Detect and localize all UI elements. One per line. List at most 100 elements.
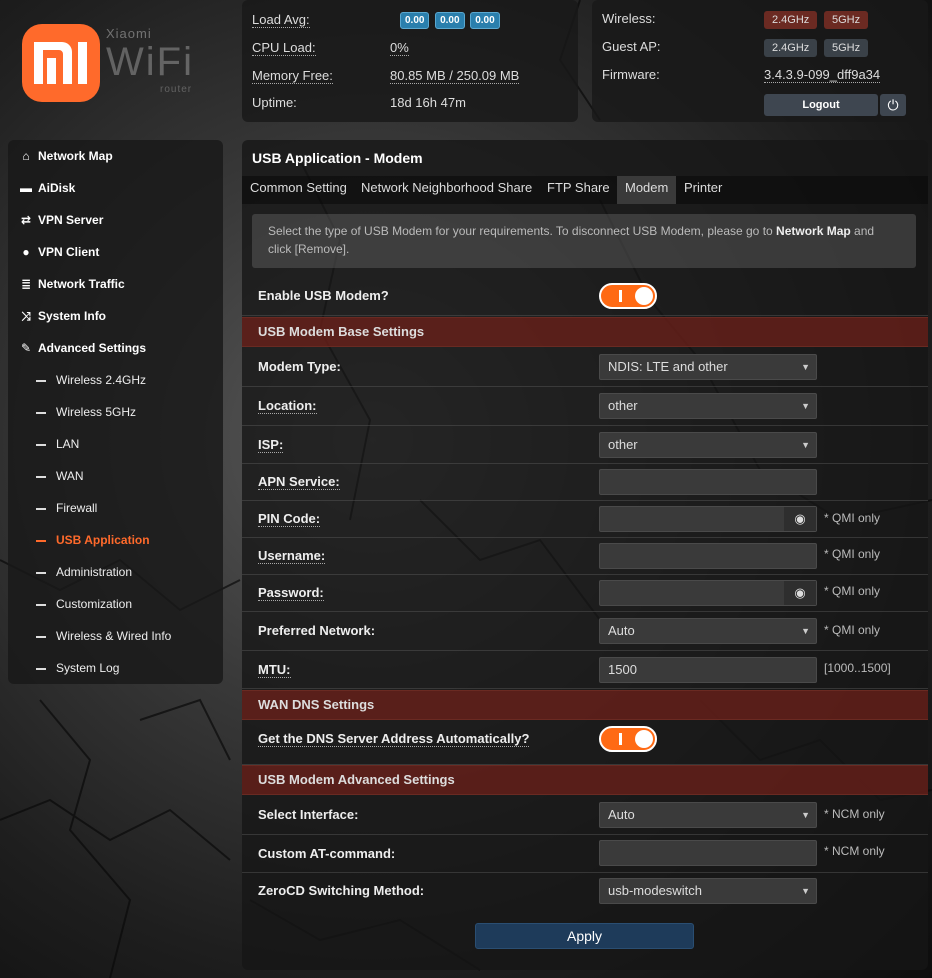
wireless-24-badge[interactable]: 2.4GHz — [764, 11, 818, 29]
sidebar-sub-lan[interactable]: LAN — [36, 432, 79, 456]
page-title: USB Application - Modem — [252, 150, 423, 166]
sidebar-item-network-traffic[interactable]: ≣ Network Traffic — [18, 272, 125, 296]
toggle-on-icon — [619, 733, 622, 745]
sidebar-sub-label: Customization — [56, 597, 133, 611]
sidebar-sub-customization[interactable]: Customization — [36, 592, 132, 616]
tab-bar: Common Setting Network Neighborhood Shar… — [242, 176, 928, 204]
main-panel: USB Application - Modem Common Setting N… — [242, 140, 928, 970]
sidebar-sub-wireless-5[interactable]: Wireless 5GHz — [36, 400, 136, 424]
mtu-row: MTU: 1500 [1000..1500] — [242, 651, 928, 689]
sidebar-item-label: Network Traffic — [38, 277, 125, 291]
mtu-input[interactable]: 1500 — [599, 657, 817, 683]
load-avg-label[interactable]: Load Avg: — [252, 12, 310, 28]
sidebar-item-system-info[interactable]: ⤨ System Info — [18, 304, 106, 328]
dash-icon — [36, 443, 46, 446]
system-status-panel: Load Avg: 0.00 0.00 0.00 CPU Load: 0% Me… — [242, 0, 578, 122]
tab-modem[interactable]: Modem — [617, 176, 677, 204]
section-title: USB Modem Base Settings — [258, 324, 425, 339]
sidebar-sub-label: WAN — [56, 469, 84, 483]
sidebar-item-aidisk[interactable]: ▬ AiDisk — [18, 176, 75, 200]
isp-row: ISP: other — [242, 426, 928, 464]
toggle-on-icon — [619, 290, 622, 302]
uptime-value: 18d 16h 47m — [390, 95, 466, 110]
interface-hint: * NCM only — [824, 807, 885, 821]
sidebar-sub-wireless-wired-info[interactable]: Wireless & Wired Info — [36, 624, 171, 648]
modem-type-label: Modem Type: — [258, 359, 341, 374]
username-label: Username: — [258, 548, 326, 564]
sidebar-item-advanced-settings[interactable]: ✎ Advanced Settings — [18, 336, 146, 360]
tab-network-neighborhood-share[interactable]: Network Neighborhood Share — [353, 176, 540, 204]
load-avg-values: 0.00 0.00 0.00 — [400, 11, 502, 29]
apply-button[interactable]: Apply — [475, 923, 694, 949]
enable-modem-toggle[interactable] — [599, 283, 657, 309]
wireless-status-panel: Wireless: 2.4GHz 5GHz Guest AP: 2.4GHz 5… — [592, 0, 928, 122]
eye-slash-icon[interactable]: ◉ — [784, 581, 816, 605]
memory-value[interactable]: 80.85 MB / 250.09 MB — [390, 68, 520, 84]
sidebar-item-network-map[interactable]: ⌂ Network Map — [18, 144, 113, 168]
guest-24-badge[interactable]: 2.4GHz — [764, 39, 818, 57]
sidebar-item-vpn-server[interactable]: ⇄ VPN Server — [18, 208, 103, 232]
dash-icon — [36, 571, 46, 574]
username-input[interactable] — [599, 543, 817, 569]
guest-5-badge[interactable]: 5GHz — [824, 39, 869, 57]
sidebar-item-label: System Info — [38, 309, 107, 323]
preferred-network-label: Preferred Network: — [258, 623, 376, 638]
tab-printer[interactable]: Printer — [676, 176, 730, 204]
firmware-value[interactable]: 3.4.3.9-099_dff9a34 — [764, 67, 881, 83]
power-icon[interactable]: ⏻ — [880, 94, 906, 116]
dns-auto-toggle[interactable] — [599, 726, 657, 752]
interface-select[interactable]: Auto — [599, 802, 817, 828]
sidebar-sub-administration[interactable]: Administration — [36, 560, 132, 584]
isp-select[interactable]: other — [599, 432, 817, 458]
load-avg-1: 0.00 — [400, 12, 430, 29]
pin-label: PIN Code: — [258, 511, 321, 527]
dash-icon — [36, 667, 46, 670]
tab-ftp-share[interactable]: FTP Share — [539, 176, 618, 204]
wireless-5-badge[interactable]: 5GHz — [824, 11, 869, 29]
at-command-row: Custom AT-command: * NCM only — [242, 835, 928, 873]
wireless-label: Wireless: — [602, 11, 656, 26]
section-advanced-settings: USB Modem Advanced Settings — [242, 765, 928, 795]
sidebar-sub-label: USB Application — [56, 533, 150, 547]
sidebar-nav: ⌂ Network Map ▬ AiDisk ⇄ VPN Server ● VPN Cl… — [8, 140, 223, 684]
pin-input[interactable]: ◉ — [599, 506, 817, 532]
eye-slash-icon[interactable]: ◉ — [784, 507, 816, 531]
info-message: Select the type of USB Modem for your re… — [252, 214, 916, 268]
modem-type-select[interactable]: NDIS: LTE and other — [599, 354, 817, 380]
sidebar-sub-wireless-24[interactable]: Wireless 2.4GHz — [36, 368, 146, 392]
sidebar-item-vpn-client[interactable]: ● VPN Client — [18, 240, 99, 264]
dns-auto-label: Get the DNS Server Address Automatically… — [258, 731, 530, 747]
sidebar-sub-wan[interactable]: WAN — [36, 464, 84, 488]
sidebar-sub-label: Wireless 5GHz — [56, 405, 137, 419]
tab-common-setting[interactable]: Common Setting — [242, 176, 355, 204]
cpu-label[interactable]: CPU Load: — [252, 40, 316, 56]
toggle-knob — [635, 287, 653, 305]
sidebar-item-label: Network Map — [38, 149, 113, 163]
apn-input[interactable] — [599, 469, 817, 495]
dash-icon — [36, 539, 46, 542]
memory-label[interactable]: Memory Free: — [252, 68, 333, 84]
load-avg-15: 0.00 — [470, 12, 500, 29]
pin-hint: * QMI only — [824, 511, 881, 525]
cpu-value[interactable]: 0% — [390, 40, 409, 56]
sidebar-item-label: Advanced Settings — [38, 341, 147, 355]
globe-icon: ● — [22, 245, 30, 259]
zerocd-label: ZeroCD Switching Method: — [258, 883, 425, 898]
info-text: Select the type of USB Modem for your re… — [268, 224, 777, 238]
sidebar-sub-system-log[interactable]: System Log — [36, 656, 119, 680]
sidebar-sub-firewall[interactable]: Firewall — [36, 496, 97, 520]
at-command-hint: * NCM only — [824, 844, 885, 858]
at-command-input[interactable] — [599, 840, 817, 866]
zerocd-select[interactable]: usb-modeswitch — [599, 878, 817, 904]
location-select[interactable]: other — [599, 393, 817, 419]
apn-label: APN Service: — [258, 474, 340, 490]
username-hint: * QMI only — [824, 547, 881, 561]
password-input[interactable]: ◉ — [599, 580, 817, 606]
preferred-network-select[interactable]: Auto — [599, 618, 817, 644]
logout-button[interactable]: Logout — [764, 94, 878, 116]
disk-icon: ▬ — [20, 181, 32, 195]
wrench-icon: ✎ — [20, 341, 32, 355]
sidebar-sub-usb-application[interactable]: USB Application — [36, 528, 150, 552]
interface-label: Select Interface: — [258, 807, 359, 822]
password-hint: * QMI only — [824, 584, 881, 598]
